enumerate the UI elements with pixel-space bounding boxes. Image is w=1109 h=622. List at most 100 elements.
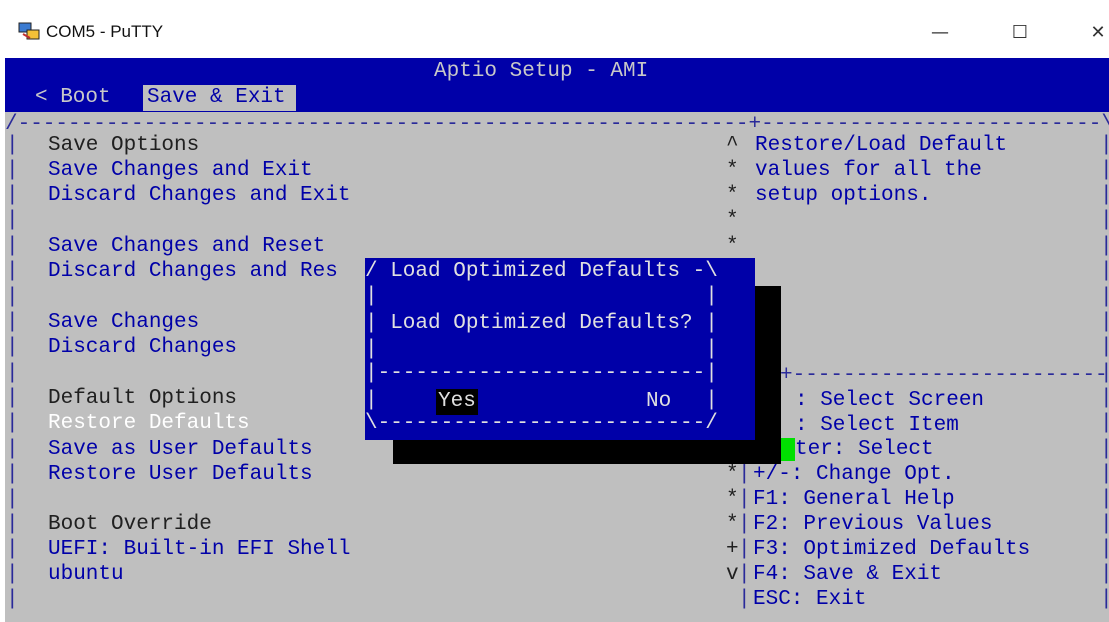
- menu-heading: Save Options: [48, 134, 200, 157]
- frame-bar: |: [1100, 159, 1109, 182]
- menu-item[interactable]: Save Changes and Exit: [48, 159, 313, 182]
- scroll-mark: *: [726, 184, 739, 207]
- frame-bar: |: [738, 513, 751, 536]
- dialog-title: / Load Optimized Defaults -\: [365, 260, 718, 283]
- frame-bar: |: [1100, 260, 1109, 283]
- key-help-line: : Select Screen: [795, 389, 985, 412]
- frame-bar: |: [6, 336, 19, 359]
- frame-bar: |: [1100, 438, 1109, 461]
- key-help-line: F4: Save & Exit: [753, 563, 943, 586]
- menu-item[interactable]: Save Changes and Reset: [48, 235, 325, 258]
- menu-item[interactable]: Discard Changes and Res: [48, 260, 338, 283]
- scroll-mark: *: [726, 235, 739, 258]
- tab-boot[interactable]: < Boot: [35, 85, 111, 111]
- help-line: setup options.: [755, 184, 932, 207]
- frame-bar: |: [1100, 412, 1109, 435]
- setup-title: Aptio Setup - AMI: [434, 60, 649, 83]
- help-line: Restore/Load Default: [755, 134, 1008, 157]
- frame-bar: |: [6, 463, 19, 486]
- key-help-line: F2: Previous Values: [753, 513, 993, 536]
- frame-bar: |: [1100, 513, 1109, 536]
- menu-item[interactable]: Restore Defaults: [48, 412, 250, 435]
- key-help-line: : Select Item: [795, 414, 959, 437]
- frame-bar: |: [6, 159, 19, 182]
- frame-bar: |: [6, 260, 19, 283]
- scroll-mark: *: [726, 463, 739, 486]
- putty-icon: [18, 22, 40, 40]
- frame-bar: |: [6, 513, 19, 536]
- frame-bar: |: [1100, 311, 1109, 334]
- maximize-button[interactable]: ☐: [1000, 16, 1040, 50]
- menu-item[interactable]: Discard Changes and Exit: [48, 184, 350, 207]
- frame-bar: |: [1100, 387, 1109, 410]
- menu-heading: Default Options: [48, 387, 238, 410]
- load-defaults-dialog: / Load Optimized Defaults -\ | | | Load …: [365, 258, 755, 440]
- dialog-shadow: [393, 440, 781, 464]
- frame-bar: |: [6, 209, 19, 232]
- dialog-message: | Load Optimized Defaults? |: [365, 312, 718, 335]
- frame-bar: |: [6, 286, 19, 309]
- dialog-shadow: [755, 286, 781, 464]
- menu-item[interactable]: Restore User Defaults: [48, 463, 313, 486]
- minimize-button[interactable]: —: [920, 16, 960, 50]
- frame-bar: |: [738, 488, 751, 511]
- frame-bar: |: [6, 538, 19, 561]
- frame-bar: |: [1100, 488, 1109, 511]
- menu-item[interactable]: ubuntu: [48, 563, 124, 586]
- help-line: values for all the: [755, 159, 982, 182]
- frame-bar: |: [6, 412, 19, 435]
- frame-bar: |: [1100, 538, 1109, 561]
- tab-save-exit[interactable]: Save & Exit: [143, 85, 296, 111]
- scroll-mark: *: [726, 488, 739, 511]
- frame-bar: |: [6, 184, 19, 207]
- frame-bar: |: [738, 463, 751, 486]
- frame-bar: |: [1100, 563, 1109, 586]
- frame-bar: |: [6, 235, 19, 258]
- scroll-mark: ^: [726, 134, 739, 157]
- yes-button[interactable]: Yes: [436, 389, 478, 415]
- window-title: COM5 - PuTTY: [46, 22, 164, 41]
- key-help-line: ter: Select: [795, 438, 934, 461]
- frame-bar: |: [1100, 463, 1109, 486]
- frame-bar: |: [738, 538, 751, 561]
- frame-bar: |: [6, 488, 19, 511]
- dialog-separator: |--------------------------|: [365, 362, 718, 385]
- key-help-line: F3: Optimized Defaults: [753, 538, 1031, 561]
- frame-bar: |: [6, 362, 19, 385]
- frame-bar: |: [1100, 184, 1109, 207]
- frame-bar: |: [738, 563, 751, 586]
- frame-bar: |: [6, 134, 19, 157]
- key-help-line: F1: General Help: [753, 488, 955, 511]
- dialog-bottom-border: \--------------------------/: [365, 412, 718, 435]
- frame-bar: |: [1100, 209, 1109, 232]
- terminal-area[interactable]: Aptio Setup - AMI < Boot Save & Exit /--…: [5, 58, 1109, 622]
- menu-item[interactable]: UEFI: Built-in EFI Shell: [48, 538, 350, 561]
- frame-bar: |: [6, 438, 19, 461]
- frame-top-border: /---------------------------------------…: [5, 113, 1109, 136]
- menu-item[interactable]: Save as User Defaults: [48, 438, 313, 461]
- frame-bar: |: [1100, 134, 1109, 157]
- frame-bar: |: [6, 387, 19, 410]
- setup-header: Aptio Setup - AMI < Boot Save & Exit: [5, 58, 1109, 112]
- close-button[interactable]: ✕: [1078, 16, 1109, 50]
- frame-bar: |: [1100, 336, 1109, 359]
- no-button[interactable]: No: [646, 389, 671, 415]
- scroll-mark: *: [726, 513, 739, 536]
- frame-bar: |: [1100, 235, 1109, 258]
- dialog-empty-line: | |: [365, 285, 718, 308]
- frame-bar: |: [6, 311, 19, 334]
- key-help-line: +/-: Change Opt.: [753, 463, 955, 486]
- scroll-mark: v: [726, 563, 739, 586]
- scroll-mark: +: [726, 538, 739, 561]
- window-titlebar: COM5 - PuTTY — ☐ ✕: [0, 0, 1109, 58]
- menu-heading: Boot Override: [48, 513, 212, 536]
- menu-item[interactable]: Save Changes: [48, 311, 199, 334]
- scroll-mark: *: [726, 209, 739, 232]
- dialog-empty-line: | |: [365, 338, 718, 361]
- menu-item[interactable]: Discard Changes: [48, 336, 237, 359]
- scroll-mark: *: [726, 159, 739, 182]
- key-help-line: ESC: Exit: [753, 588, 867, 611]
- help-divider: +---------------------------: [780, 364, 1109, 387]
- frame-bar: |: [6, 588, 19, 611]
- frame-bar: |: [1100, 286, 1109, 309]
